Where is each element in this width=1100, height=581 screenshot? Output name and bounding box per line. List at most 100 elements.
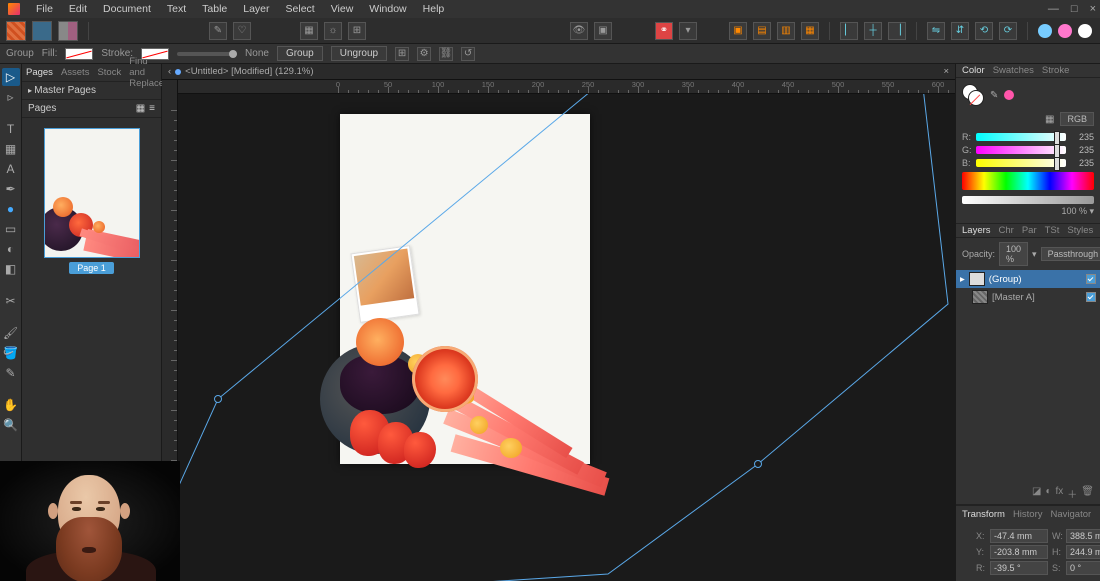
g-slider[interactable] (976, 146, 1066, 154)
flip-h-icon[interactable]: ⇋ (927, 22, 945, 40)
menu-file[interactable]: File (28, 3, 61, 15)
menu-edit[interactable]: Edit (61, 3, 95, 15)
node-tool[interactable]: ▹ (2, 88, 20, 106)
color-picker-tool[interactable]: ✎ (2, 364, 20, 382)
layer-row-group[interactable]: ▸ (Group) (956, 270, 1100, 288)
recent-color[interactable] (1004, 90, 1014, 100)
add-layer-icon[interactable]: ＋ (1067, 486, 1077, 501)
r-value[interactable]: 235 (1070, 132, 1094, 142)
align-center-icon[interactable]: ┼ (864, 22, 882, 40)
menu-select[interactable]: Select (278, 3, 323, 15)
blend-mode-dropdown[interactable]: Passthrough (1041, 247, 1100, 261)
tab-swatches[interactable]: Swatches (993, 65, 1034, 76)
fill-tool[interactable]: 🪣 (2, 344, 20, 362)
tab-par[interactable]: Par (1022, 225, 1037, 236)
b-value[interactable]: 235 (1070, 158, 1094, 168)
persona-publisher[interactable] (6, 21, 26, 41)
menu-window[interactable]: Window (361, 3, 414, 15)
shape-tool[interactable]: ● (2, 200, 20, 218)
w-field[interactable]: 388.5 mm (1066, 529, 1100, 543)
color-model-icon[interactable]: ▦ (1045, 114, 1054, 125)
window-min-button[interactable]: — (1048, 3, 1059, 15)
arrange-front-icon[interactable]: ▦ (801, 22, 819, 40)
rotate-cw-icon[interactable]: ⟳ (999, 22, 1017, 40)
vector-brush-tool[interactable]: 🖌 (2, 324, 20, 342)
pan-tool[interactable]: ✋ (2, 396, 20, 414)
visibility-checkbox[interactable] (1086, 292, 1096, 302)
preflight-icon[interactable]: ✎ (209, 22, 227, 40)
b-slider[interactable] (976, 159, 1066, 167)
adjustment-icon[interactable]: ◐ (1045, 486, 1051, 501)
r-field[interactable]: -39.5 ° (990, 561, 1048, 575)
picture-frame-tool[interactable]: ▭ (2, 220, 20, 238)
tab-history[interactable]: History (1013, 509, 1043, 520)
pages-header[interactable]: Pages ▦ ≡ (22, 100, 161, 118)
master-pages-header[interactable]: ▸ Master Pages (22, 82, 161, 100)
arrange-back-icon[interactable]: ▣ (729, 22, 747, 40)
arrange-forward-icon[interactable]: ▥ (777, 22, 795, 40)
menu-layer[interactable]: Layer (235, 3, 277, 15)
chevron-left-icon[interactable]: ‹ (168, 66, 171, 77)
flip-v-icon[interactable]: ⇵ (951, 22, 969, 40)
rotate-ccw-icon[interactable]: ⟲ (975, 22, 993, 40)
align-right-icon[interactable]: ▕ (888, 22, 906, 40)
stroke-width-slider[interactable] (177, 52, 237, 56)
tab-transform[interactable]: Transform (962, 509, 1005, 520)
pages-menu-icon[interactable]: ≡ (149, 103, 155, 114)
menu-help[interactable]: Help (415, 3, 453, 15)
y-field[interactable]: -203.8 mm (990, 545, 1048, 559)
close-doc-icon[interactable]: × (943, 66, 949, 77)
selection-handle[interactable] (754, 460, 762, 468)
window-close-button[interactable]: × (1090, 3, 1096, 15)
preview-icon[interactable]: 👁 (570, 22, 588, 40)
fx-icon[interactable]: fx (1056, 486, 1064, 501)
fill-swatch[interactable] (65, 48, 93, 60)
page-1-thumbnail[interactable] (44, 128, 140, 258)
expand-icon[interactable]: ▸ (960, 274, 965, 285)
anchor-selector[interactable] (962, 537, 970, 567)
arrange-icon[interactable]: ⊞ (395, 47, 409, 61)
reset-icon[interactable]: ↺ (461, 47, 475, 61)
viewport[interactable] (178, 94, 955, 581)
persona-photo[interactable] (58, 21, 78, 41)
tab-styles[interactable]: Styles (1067, 225, 1093, 236)
fields-icon[interactable]: ♡ (233, 22, 251, 40)
menu-view[interactable]: View (323, 3, 362, 15)
group-button[interactable]: Group (277, 46, 323, 61)
zoom-tool[interactable]: 🔍 (2, 416, 20, 434)
selection-handle[interactable] (214, 395, 222, 403)
arrange-backward-icon[interactable]: ▤ (753, 22, 771, 40)
swatch-cyan[interactable] (1038, 24, 1052, 38)
tab-stock[interactable]: Stock (97, 67, 121, 78)
pen-tool[interactable]: ✒ (2, 180, 20, 198)
color-mode-dropdown[interactable]: RGB (1060, 112, 1094, 126)
align-left-icon[interactable]: ▏ (840, 22, 858, 40)
visibility-checkbox[interactable] (1086, 274, 1096, 284)
delete-layer-icon[interactable]: 🗑 (1081, 486, 1094, 501)
text-frame-tool[interactable]: T (2, 120, 20, 138)
tab-stroke[interactable]: Stroke (1042, 65, 1069, 76)
menu-document[interactable]: Document (95, 3, 159, 15)
persona-designer[interactable] (32, 21, 52, 41)
crop-tool[interactable]: ✂ (2, 292, 20, 310)
ungroup-button[interactable]: Ungroup (331, 46, 387, 61)
toolbar-button[interactable]: ▣ (594, 22, 612, 40)
table-tool[interactable]: ▦ (2, 140, 20, 158)
settings-icon[interactable]: ⚙ (417, 47, 431, 61)
link-icon[interactable]: ⚭ (655, 22, 673, 40)
document-tab[interactable]: ‹ <Untitled> [Modified] (129.1%) × (162, 64, 955, 80)
transparency-tool[interactable]: ◧ (2, 260, 20, 278)
window-max-button[interactable]: □ (1071, 3, 1078, 15)
canvas-area[interactable]: ‹ <Untitled> [Modified] (129.1%) × 05010… (162, 64, 955, 581)
eyedropper-icon[interactable]: ✎ (990, 90, 998, 101)
lock-icon[interactable]: ⛓ (439, 47, 453, 61)
g-value[interactable]: 235 (1070, 145, 1094, 155)
menu-text[interactable]: Text (159, 3, 194, 15)
layer-opacity-field[interactable]: 100 % (999, 242, 1028, 266)
swatch-magenta[interactable] (1058, 24, 1072, 38)
dropdown-icon[interactable]: ▾ (679, 22, 697, 40)
alpha-slider[interactable] (962, 196, 1094, 204)
fill-stroke-wells[interactable] (962, 84, 984, 106)
canvas-page[interactable] (340, 114, 590, 464)
hue-strip[interactable] (962, 172, 1094, 190)
